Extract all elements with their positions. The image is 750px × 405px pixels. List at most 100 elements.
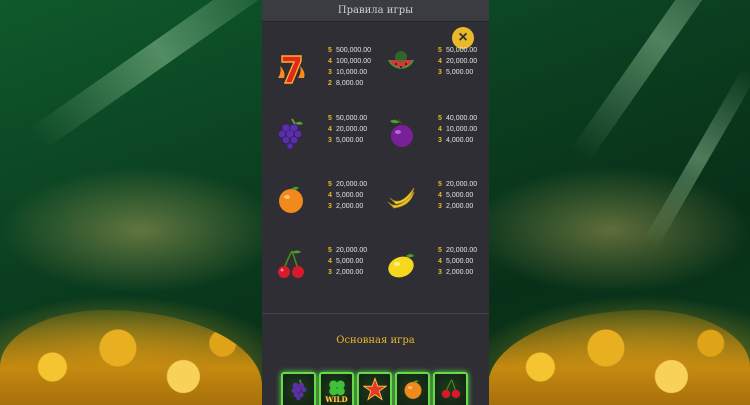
- payout-value: 50,000.00: [446, 47, 478, 54]
- match-count: 4: [438, 258, 442, 265]
- match-count: 4: [328, 126, 332, 133]
- plum-icon: [384, 116, 418, 150]
- pay-row: 3 2,000.00: [328, 268, 363, 278]
- match-count: 4: [328, 58, 332, 65]
- pay-row: 4 5,000.00: [438, 257, 473, 267]
- reel-tile: [281, 372, 316, 405]
- grapes-icon: [287, 377, 311, 405]
- pay-row: 4 20,000.00: [438, 57, 477, 67]
- pay-row: 3 2,000.00: [328, 202, 363, 212]
- payout-value: 10,000.00: [446, 126, 478, 133]
- match-count: 5: [438, 181, 442, 188]
- payout-value: 20,000.00: [446, 181, 478, 188]
- match-count: 3: [328, 69, 332, 76]
- match-count: 5: [328, 115, 332, 122]
- pay-row: 5 20,000.00: [438, 246, 477, 256]
- match-count: 5: [328, 181, 332, 188]
- pay-row: 5 50,000.00: [438, 46, 477, 56]
- pay-row: 4 5,000.00: [328, 191, 363, 201]
- seven-icon: [274, 52, 308, 86]
- paytable-entry-bananas: 5 20,000.00 4 5,000.00 3 2,000.00: [376, 176, 486, 231]
- match-count: 2: [328, 80, 332, 87]
- paytable-entry-grapes: 5 50,000.00 4 20,000.00 3 5,000.00: [266, 110, 376, 165]
- payout-value: 5,000.00: [336, 258, 364, 265]
- pay-row: 4 5,000.00: [328, 257, 363, 267]
- payout-value: 4,000.00: [446, 137, 474, 144]
- main-game-title: Основная игра: [336, 335, 415, 346]
- star-icon: [361, 376, 388, 405]
- match-count: 5: [438, 115, 442, 122]
- payout-value: 20,000.00: [336, 181, 368, 188]
- pay-row: 4 20,000.00: [328, 125, 367, 135]
- paytable-entry-orange: 5 20,000.00 4 5,000.00 3 2,000.00: [266, 176, 376, 231]
- orange-icon: [401, 377, 425, 405]
- reel-tile: [395, 372, 430, 405]
- pay-row: 4 10,000.00: [438, 125, 477, 135]
- pay-row: 3 10,000.00: [328, 68, 367, 78]
- pay-row: 4 5,000.00: [438, 191, 473, 201]
- cherry-icon: [274, 248, 308, 282]
- match-count: 3: [438, 69, 442, 76]
- section-divider: [262, 313, 489, 314]
- pay-row: 5 20,000.00: [328, 246, 367, 256]
- payout-value: 10,000.00: [336, 69, 368, 76]
- grapes-icon: [274, 116, 308, 150]
- pay-row: 3 2,000.00: [438, 268, 473, 278]
- wild-label: WILD: [325, 395, 348, 404]
- match-count: 4: [328, 258, 332, 265]
- payout-value: 40,000.00: [446, 115, 478, 122]
- paytable-entry-seven: 5 500,000.00 4 100,000.00 3 10,000.00 2 8,000.0…: [266, 42, 376, 97]
- payout-value: 100,000.00: [336, 58, 372, 65]
- pay-row: 5 50,000.00: [328, 114, 367, 124]
- paytable-entry-watermelon: 5 50,000.00 4 20,000.00 3 5,000.00: [376, 42, 486, 97]
- payout-value: 5,000.00: [336, 192, 364, 199]
- reel-tile: [357, 372, 392, 405]
- pay-row: 2 8,000.00: [328, 79, 363, 89]
- payout-value: 20,000.00: [336, 247, 368, 254]
- payout-value: 50,000.00: [336, 115, 368, 122]
- orange-icon: [274, 182, 308, 216]
- reel-tile: [433, 372, 468, 405]
- payout-value: 2,000.00: [446, 203, 474, 210]
- pay-row: 5 20,000.00: [438, 180, 477, 190]
- payout-value: 8,000.00: [336, 80, 364, 87]
- pay-row: 5 40,000.00: [438, 114, 477, 124]
- payout-value: 20,000.00: [446, 58, 478, 65]
- match-count: 4: [328, 192, 332, 199]
- cherry-icon: [439, 377, 463, 405]
- payout-value: 20,000.00: [336, 126, 368, 133]
- pay-row: 3 5,000.00: [438, 68, 473, 78]
- watermelon-icon: [384, 48, 418, 82]
- payout-value: 5,000.00: [446, 258, 474, 265]
- payout-value: 5,000.00: [446, 192, 474, 199]
- match-count: 3: [438, 137, 442, 144]
- match-count: 5: [438, 247, 442, 254]
- match-count: 4: [438, 126, 442, 133]
- main-game-reel: WILD: [281, 372, 469, 405]
- paytable-entry-cherries: 5 20,000.00 4 5,000.00 3 2,000.00: [266, 242, 376, 297]
- match-count: 5: [328, 47, 332, 54]
- match-count: 4: [438, 58, 442, 65]
- paytable-entry-plum: 5 40,000.00 4 10,000.00 3 4,000.00: [376, 110, 486, 165]
- pay-row: 3 5,000.00: [328, 136, 363, 146]
- lemon-icon: [384, 248, 418, 282]
- match-count: 4: [438, 192, 442, 199]
- rules-panel[interactable]: Правила игры × 5 500,000.00 4 100,000.00 3 10…: [262, 0, 489, 405]
- payout-value: 5,000.00: [446, 69, 474, 76]
- pay-row: 3 2,000.00: [438, 202, 473, 212]
- payout-value: 500,000.00: [336, 47, 372, 54]
- match-count: 5: [438, 47, 442, 54]
- banana-icon: [384, 182, 418, 216]
- reel-tile: WILD: [319, 372, 354, 405]
- pay-row: 5 20,000.00: [328, 180, 367, 190]
- match-count: 5: [328, 247, 332, 254]
- pay-row: 3 4,000.00: [438, 136, 473, 146]
- pay-row: 4 100,000.00: [328, 57, 371, 67]
- match-count: 3: [328, 137, 332, 144]
- paytable-entry-lemon: 5 20,000.00 4 5,000.00 3 2,000.00: [376, 242, 486, 297]
- payout-value: 20,000.00: [446, 247, 478, 254]
- match-count: 3: [438, 203, 442, 210]
- payout-value: 2,000.00: [336, 269, 364, 276]
- pay-row: 5 500,000.00: [328, 46, 371, 56]
- payout-value: 2,000.00: [336, 203, 364, 210]
